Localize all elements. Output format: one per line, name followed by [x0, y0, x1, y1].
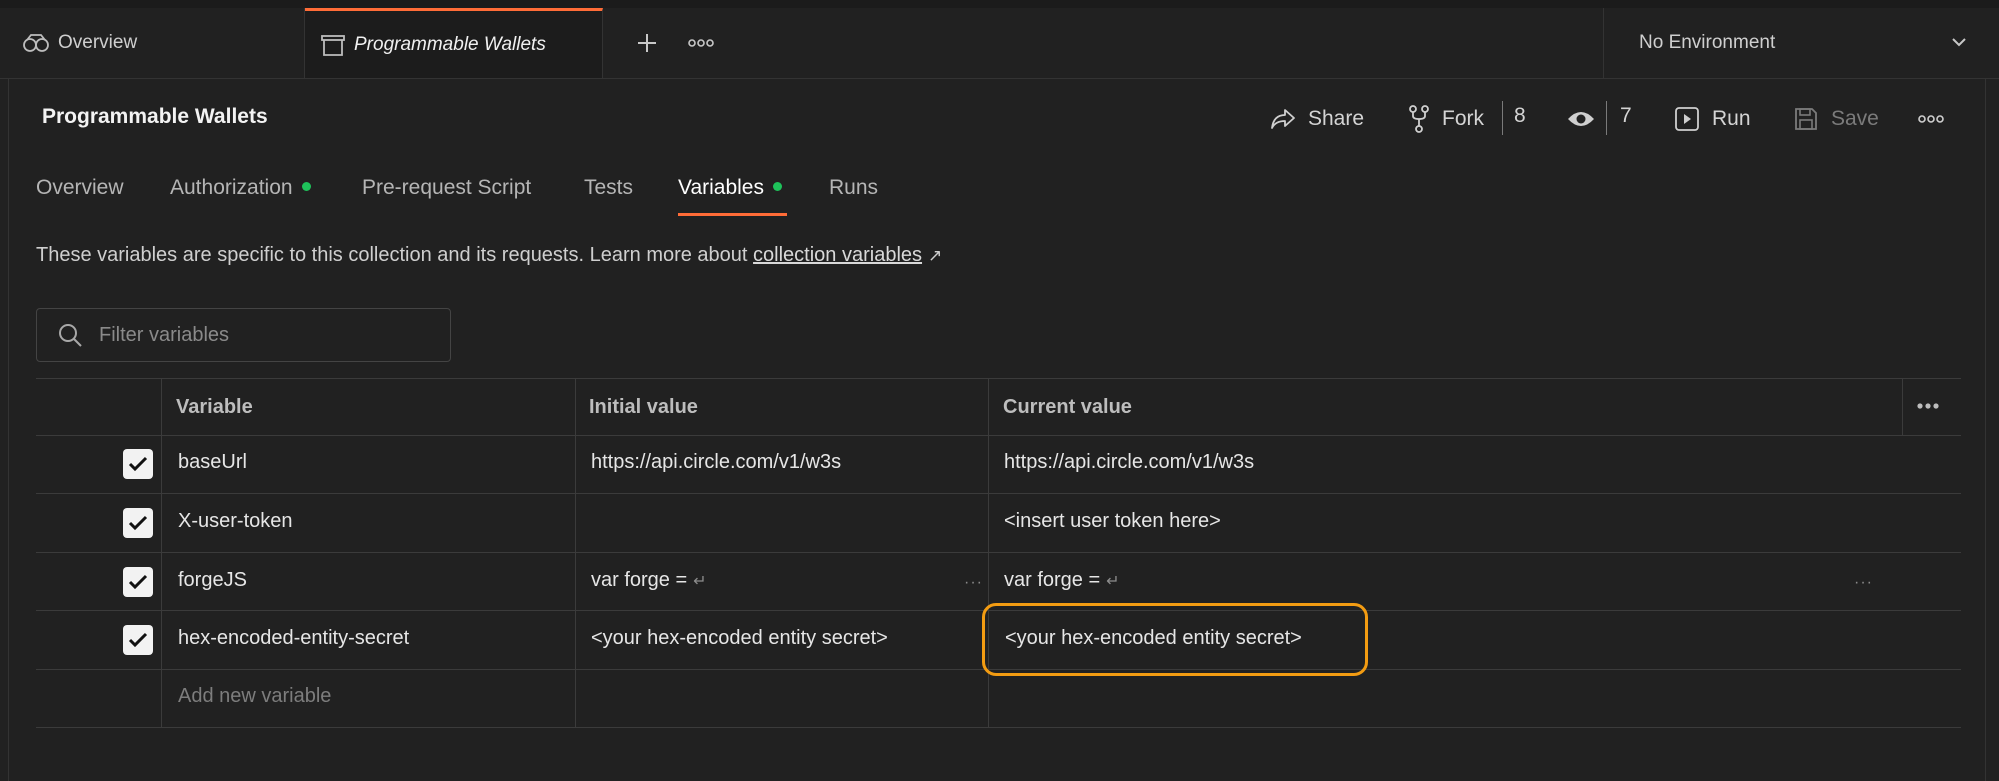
checkmark-icon — [128, 456, 148, 472]
subtab-overview[interactable]: Overview — [36, 176, 124, 200]
filter-variables-field[interactable] — [36, 308, 451, 362]
fork-count[interactable]: 8 — [1514, 104, 1526, 128]
external-link-icon: ↗ — [928, 246, 943, 265]
return-icon: ↵ — [1106, 573, 1120, 590]
initial-value-cell[interactable]: var forge = ↵ — [591, 569, 707, 592]
share-label: Share — [1308, 107, 1365, 130]
column-divider — [1902, 378, 1903, 435]
run-button[interactable]: Run — [1674, 101, 1751, 137]
subtab-authorization[interactable]: Authorization — [170, 176, 311, 200]
filter-variables-input[interactable] — [97, 322, 421, 348]
collection-header: Programmable Wallets Share Fork 8 7 Run … — [0, 79, 1999, 159]
expand-value-icon[interactable]: ··· — [1854, 574, 1873, 592]
current-value-cell[interactable]: https://api.circle.com/v1/w3s — [1004, 451, 1254, 474]
subtab-runs[interactable]: Runs — [829, 176, 878, 200]
current-value-highlight — [982, 603, 1368, 676]
overview-icon — [22, 32, 50, 54]
save-button[interactable]: Save — [1793, 101, 1879, 137]
column-divider — [575, 378, 576, 728]
checkmark-icon — [128, 632, 148, 648]
row-enabled-checkbox[interactable] — [123, 567, 153, 597]
tab-programmable-wallets[interactable]: Programmable Wallets — [305, 8, 603, 78]
variable-name-cell[interactable]: forgeJS — [178, 569, 247, 592]
fork-label: Fork — [1442, 107, 1484, 130]
tab-overview[interactable]: Overview — [0, 8, 305, 78]
collection-title: Programmable Wallets — [42, 105, 268, 128]
eye-icon — [1566, 108, 1596, 130]
collection-icon — [320, 32, 346, 58]
checkmark-icon — [128, 515, 148, 531]
fork-button[interactable]: Fork — [1408, 101, 1484, 137]
current-value-cell[interactable]: var forge = ↵ — [1004, 569, 1120, 592]
new-tab-button[interactable] — [622, 8, 672, 78]
environment-selector[interactable]: No Environment — [1603, 8, 1999, 78]
search-icon — [59, 324, 82, 347]
fork-icon — [1408, 105, 1430, 133]
subtab-pre-request-script[interactable]: Pre-request Script — [362, 176, 531, 200]
share-button[interactable]: Share — [1270, 101, 1364, 137]
table-options-button[interactable] — [1916, 398, 1940, 416]
initial-value-cell[interactable]: https://api.circle.com/v1/w3s — [591, 451, 841, 474]
table-border — [36, 435, 1961, 436]
plus-icon — [638, 34, 656, 52]
share-icon — [1270, 107, 1296, 131]
more-icon — [1918, 115, 1944, 123]
subtab-variables[interactable]: Variables — [678, 176, 782, 200]
table-border — [36, 552, 1961, 553]
save-label: Save — [1831, 107, 1879, 130]
tab-programmable-wallets-label: Programmable Wallets — [354, 33, 546, 55]
watch-button[interactable] — [1566, 101, 1596, 137]
subtab-tests[interactable]: Tests — [584, 176, 633, 200]
add-new-variable-input[interactable]: Add new variable — [178, 685, 331, 708]
variable-name-cell[interactable]: X-user-token — [178, 510, 293, 533]
column-divider — [161, 378, 162, 728]
row-enabled-checkbox[interactable] — [123, 449, 153, 479]
row-enabled-checkbox[interactable] — [123, 625, 153, 655]
checkmark-icon — [128, 574, 148, 590]
status-dot — [301, 181, 311, 191]
tab-bar: Overview Programmable Wallets No Environ… — [0, 8, 1999, 79]
table-border — [36, 493, 1961, 494]
column-header-variable: Variable — [176, 396, 253, 418]
variable-name-cell[interactable]: hex-encoded-entity-secret — [178, 627, 409, 650]
tab-more-button[interactable] — [680, 8, 722, 78]
more-icon — [688, 39, 714, 47]
description-text: These variables are specific to this col… — [36, 244, 748, 266]
chevron-down-icon — [1952, 38, 1966, 47]
watch-divider — [1606, 101, 1607, 135]
return-icon: ↵ — [693, 573, 707, 590]
column-header-initial-value: Initial value — [589, 396, 698, 418]
variable-name-cell[interactable]: baseUrl — [178, 451, 247, 474]
collection-variables-link[interactable]: collection variables — [753, 244, 922, 266]
initial-value-cell[interactable]: <your hex-encoded entity secret> — [591, 627, 888, 650]
collection-subtabs: Overview Authorization Pre-request Scrip… — [0, 160, 1999, 218]
fork-divider — [1502, 101, 1503, 135]
current-value-cell[interactable]: <insert user token here> — [1004, 510, 1221, 533]
active-subtab-indicator — [678, 213, 787, 216]
row-enabled-checkbox[interactable] — [123, 508, 153, 538]
watch-count[interactable]: 7 — [1620, 104, 1632, 128]
status-dot — [773, 181, 782, 191]
run-label: Run — [1712, 107, 1751, 130]
column-divider — [988, 378, 989, 728]
environment-label: No Environment — [1639, 32, 1776, 53]
column-header-current-value: Current value — [1003, 396, 1132, 418]
expand-value-icon[interactable]: ··· — [964, 574, 983, 592]
run-icon — [1674, 106, 1700, 132]
more-icon — [1917, 403, 1939, 409]
table-border — [36, 378, 1961, 379]
tab-overview-label: Overview — [58, 32, 138, 53]
header-more-button[interactable] — [1918, 101, 1944, 137]
table-border — [36, 727, 1961, 728]
save-icon — [1793, 106, 1819, 132]
variables-description: These variables are specific to this col… — [36, 244, 942, 267]
